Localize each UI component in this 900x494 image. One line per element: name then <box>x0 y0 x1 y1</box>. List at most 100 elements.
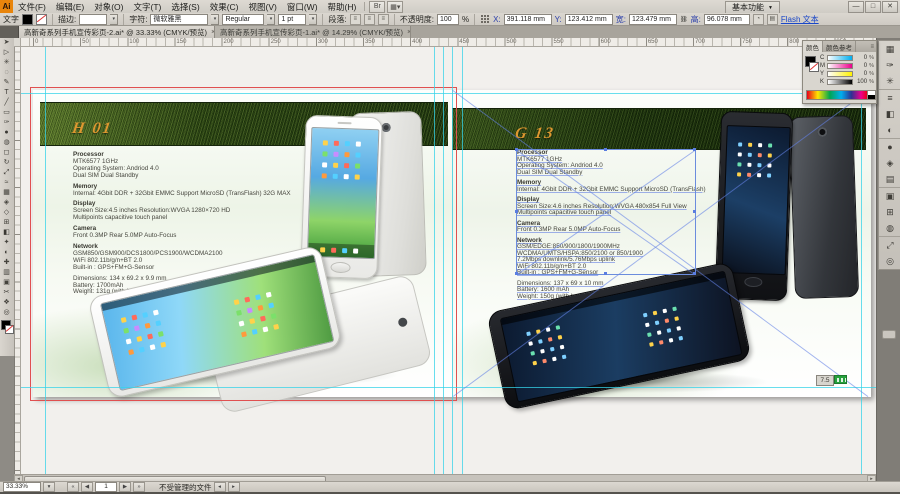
font-size-field[interactable]: 1 pt <box>278 14 306 25</box>
align-center-icon[interactable]: ≡ <box>364 14 375 25</box>
artboard-number-field[interactable]: 1 <box>95 482 117 492</box>
align-icon[interactable]: ⊞ <box>879 204 900 220</box>
stroke-icon[interactable]: ≡ <box>879 90 900 106</box>
menu-item-对象[interactable]: 对象(O) <box>89 0 128 13</box>
zoom-tool[interactable]: ◎ <box>0 308 13 318</box>
stroke-swatch[interactable] <box>809 62 819 72</box>
artboard-tool[interactable]: ▣ <box>0 278 13 288</box>
guide-horizontal[interactable] <box>20 93 876 94</box>
black-white-swatches[interactable] <box>867 90 876 100</box>
fill-swatch[interactable] <box>22 14 33 25</box>
opacity-field[interactable]: 100 <box>437 14 459 25</box>
menu-item-帮助[interactable]: 帮助(H) <box>323 0 362 13</box>
guide-vertical[interactable] <box>452 46 453 474</box>
menu-item-文件[interactable]: 文件(F) <box>13 0 51 13</box>
layers-icon[interactable]: ▤ <box>879 171 900 188</box>
vertical-ruler[interactable] <box>14 46 21 474</box>
chevron-down-icon[interactable]: ▾ <box>110 14 118 25</box>
slider-track[interactable] <box>827 71 853 77</box>
menu-item-窗口[interactable]: 窗口(W) <box>282 0 323 13</box>
guide-vertical[interactable] <box>45 46 46 474</box>
gradient-icon[interactable]: ◧ <box>879 106 900 122</box>
color-slider-m[interactable]: M0% <box>820 62 874 70</box>
close-icon[interactable]: × <box>407 29 411 36</box>
rectangle-tool[interactable]: ▭ <box>0 108 13 118</box>
eyedropper-tool[interactable]: ✦ <box>0 238 13 248</box>
color-slider-y[interactable]: Y0% <box>820 70 874 78</box>
black-phone-back-view[interactable] <box>789 115 859 299</box>
type-tool[interactable]: T <box>0 88 13 98</box>
menu-item-视图[interactable]: 视图(V) <box>244 0 282 13</box>
height-label[interactable]: 高: <box>691 14 701 25</box>
align-panel-icon[interactable]: ▤ <box>767 14 778 25</box>
height-field[interactable]: 96.078 mm <box>704 14 750 25</box>
document-tab-inactive[interactable]: 高新奇系列手机宣传彩页-1.ai* @ 14.29% (CMYK/预览) × <box>215 26 411 38</box>
guide-vertical[interactable] <box>462 46 463 474</box>
stroke-weight-field[interactable] <box>79 14 107 25</box>
navigator-icon[interactable]: ◎ <box>879 253 900 269</box>
gradient-tool[interactable]: ◧ <box>0 228 13 238</box>
prev-artboard-button[interactable]: ◀ <box>81 482 93 492</box>
width-label[interactable]: 宽: <box>616 14 626 25</box>
menu-item-文字[interactable]: 文字(T) <box>128 0 166 13</box>
guide-horizontal[interactable] <box>20 387 876 388</box>
direct-selection-tool[interactable]: ▷ <box>0 48 13 58</box>
align-left-icon[interactable]: ≡ <box>350 14 361 25</box>
artboards-icon[interactable]: ▣ <box>879 188 900 204</box>
scale-tool[interactable]: ⤢ <box>0 168 13 178</box>
recolor-artwork-icon[interactable]: ◔ <box>753 14 764 25</box>
fill-stroke-widget[interactable] <box>1 320 13 334</box>
selected-text-frame[interactable] <box>516 149 696 275</box>
dock-resize-grip[interactable] <box>882 330 896 339</box>
stroke-swatch[interactable] <box>36 14 47 25</box>
brushes-icon[interactable]: ✑ <box>879 57 900 73</box>
app-logo[interactable]: Ai <box>0 0 13 13</box>
eraser-tool[interactable]: ◻ <box>0 148 13 158</box>
color-slider-k[interactable]: K100% <box>820 78 874 86</box>
close-button[interactable]: ✕ <box>882 1 898 13</box>
chevron-down-icon[interactable]: ▾ <box>211 14 219 25</box>
font-family-field[interactable]: 微软雅黑 <box>150 14 208 25</box>
selection-handles[interactable] <box>515 148 518 151</box>
y-label[interactable]: Y: <box>555 15 562 24</box>
arrange-documents-icon[interactable]: ▦▾ <box>387 1 403 13</box>
slice-tool[interactable]: ✂ <box>0 288 13 298</box>
flash-text-button[interactable]: Flash 文本 <box>781 14 819 25</box>
guide-vertical[interactable] <box>434 46 435 474</box>
status-prev-icon[interactable]: ◂ <box>214 482 226 492</box>
zoom-field[interactable]: 33.33% <box>3 482 41 492</box>
guide-vertical[interactable] <box>443 46 444 474</box>
guide-vertical[interactable] <box>861 46 862 474</box>
font-style-field[interactable]: Regular <box>222 14 264 25</box>
x-field[interactable]: 391.118 mm <box>504 14 552 25</box>
menu-item-效果[interactable]: 效果(C) <box>205 0 244 13</box>
first-artboard-button[interactable]: « <box>67 482 79 492</box>
chevron-down-icon[interactable]: ▾ <box>267 14 275 25</box>
pen-tool[interactable]: ✎ <box>0 78 13 88</box>
minimize-button[interactable]: — <box>848 1 864 13</box>
lasso-tool[interactable]: ◌ <box>0 68 13 78</box>
slider-track[interactable] <box>827 63 853 69</box>
link-dimensions-icon[interactable]: ⛓ <box>680 16 688 23</box>
appearance-icon[interactable]: ● <box>879 139 900 155</box>
pathfinder-icon[interactable]: ◍ <box>879 220 900 237</box>
width-field[interactable]: 123.479 mm <box>629 14 677 25</box>
last-artboard-button[interactable]: » <box>133 482 145 492</box>
symbol-sprayer-tool[interactable]: ✚ <box>0 258 13 268</box>
pencil-tool[interactable]: ● <box>0 128 13 138</box>
ruler-origin-corner[interactable] <box>14 38 21 47</box>
document-canvas[interactable]: H 01 G 13 ProcessorMTK6577 1GHzOperating… <box>20 46 876 474</box>
mesh-tool[interactable]: ⊞ <box>0 218 13 228</box>
symbols-icon[interactable]: ✳ <box>879 73 900 90</box>
fill-stroke-widget[interactable] <box>805 56 819 72</box>
free-transform-tool[interactable]: ▦ <box>0 188 13 198</box>
y-field[interactable]: 123.412 mm <box>565 14 613 25</box>
document-tab-active[interactable]: 高新奇系列手机宣传彩页-2.ai* @ 33.33% (CMYK/预览) × <box>19 26 215 38</box>
panel-menu-icon[interactable]: ≡ <box>868 41 876 52</box>
paintbrush-tool[interactable]: ✑ <box>0 118 13 128</box>
transparency-icon[interactable]: ◐ <box>879 122 900 139</box>
line-segment-tool[interactable]: ╱ <box>0 98 13 108</box>
slider-track[interactable] <box>827 79 853 85</box>
next-artboard-button[interactable]: ▶ <box>119 482 131 492</box>
width-tool[interactable]: ≈ <box>0 178 13 188</box>
